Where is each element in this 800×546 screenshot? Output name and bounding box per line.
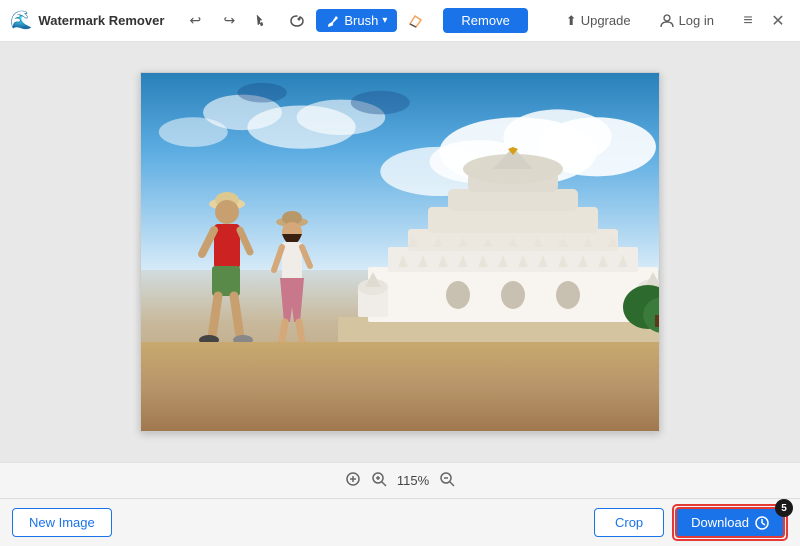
app-logo-icon: 🌊 xyxy=(10,10,32,31)
app-logo: 🌊 Watermark Remover xyxy=(10,10,164,31)
people-svg xyxy=(182,182,332,367)
temple-svg xyxy=(338,147,659,367)
photo-canvas[interactable] xyxy=(141,73,659,431)
footer: New Image Crop Download 5 xyxy=(0,498,800,546)
toolbar-tools: ↩ ↪ Brush ▾ R xyxy=(180,7,555,35)
upgrade-icon: ⬆ xyxy=(566,13,577,29)
erase-tool-button[interactable] xyxy=(401,7,431,35)
window-controls: ≡ ✕ xyxy=(736,9,790,33)
new-image-button[interactable]: New Image xyxy=(12,508,112,537)
selection-icon xyxy=(254,12,272,30)
zoom-out-button[interactable] xyxy=(439,471,455,490)
zoom-reset-button[interactable] xyxy=(345,471,361,490)
download-button[interactable]: Download xyxy=(675,507,785,538)
download-notification-badge: 5 xyxy=(775,499,793,517)
main-canvas-area xyxy=(0,42,800,462)
erase-icon xyxy=(407,12,425,30)
user-icon xyxy=(659,13,675,29)
crop-button[interactable]: Crop xyxy=(594,508,664,537)
upgrade-label: Upgrade xyxy=(581,13,631,28)
brush-chevron: ▾ xyxy=(382,15,387,26)
redo-icon: ↪ xyxy=(224,12,236,29)
download-wrapper: Download 5 xyxy=(675,507,785,538)
remove-button[interactable]: Remove xyxy=(443,8,527,33)
selection-tool-button[interactable] xyxy=(248,7,278,35)
menu-button[interactable]: ≡ xyxy=(736,9,760,33)
ground-bg xyxy=(141,342,659,432)
undo-icon: ↩ xyxy=(190,12,202,29)
person2 xyxy=(268,211,316,361)
menu-icon: ≡ xyxy=(743,12,752,30)
login-button[interactable]: Log in xyxy=(649,9,724,33)
zoom-in-button[interactable] xyxy=(371,471,387,490)
download-label: Download xyxy=(691,515,749,530)
lasso-icon xyxy=(288,12,306,30)
person1 xyxy=(199,192,253,345)
brush-tool-button[interactable]: Brush ▾ xyxy=(316,9,397,32)
close-button[interactable]: ✕ xyxy=(766,9,790,33)
brush-icon xyxy=(326,14,340,28)
undo-button[interactable]: ↩ xyxy=(180,7,210,35)
clock-icon xyxy=(755,516,769,530)
login-label: Log in xyxy=(679,13,714,28)
brush-label: Brush xyxy=(344,13,378,28)
image-container[interactable] xyxy=(140,72,660,432)
zoom-level-display: 115% xyxy=(397,473,429,488)
header-right: ⬆ Upgrade Log in ≡ ✕ xyxy=(556,9,790,33)
close-icon: ✕ xyxy=(771,11,784,31)
redo-button[interactable]: ↪ xyxy=(214,7,244,35)
title-bar: 🌊 Watermark Remover ↩ ↪ Brush ▾ xyxy=(0,0,800,42)
upgrade-button[interactable]: ⬆ Upgrade xyxy=(556,9,641,33)
app-title: Watermark Remover xyxy=(38,13,164,28)
lasso-tool-button[interactable] xyxy=(282,7,312,35)
zoom-bar: 115% xyxy=(0,462,800,498)
